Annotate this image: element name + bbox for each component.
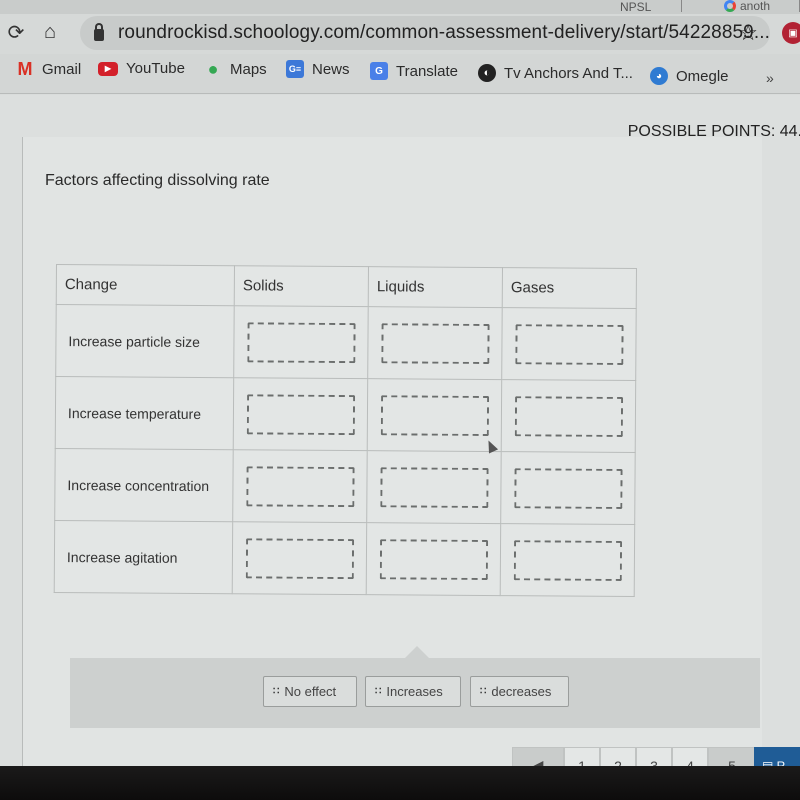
- tab-strip: NPSL anoth: [0, 0, 800, 14]
- drop-cell: [367, 306, 503, 380]
- drop-zone[interactable]: [245, 537, 354, 579]
- drag-drop-table: Change Solids Liquids Gases Increase par…: [53, 264, 637, 598]
- drop-cell: [500, 523, 635, 597]
- bookmark-news[interactable]: G≡ News: [286, 60, 350, 78]
- drag-handle-icon: ∷: [273, 686, 279, 697]
- omegle-icon: ◕: [650, 67, 668, 85]
- bookmark-gmail[interactable]: M Gmail: [16, 58, 82, 79]
- drop-cell: [366, 450, 502, 524]
- browser-tab[interactable]: NPSL: [612, 0, 682, 14]
- drop-zone[interactable]: [246, 321, 356, 363]
- bookmark-youtube[interactable]: ▶ YouTube: [98, 60, 185, 77]
- browser-tab[interactable]: anoth: [716, 0, 800, 13]
- gmail-icon: M: [17, 58, 33, 79]
- laptop-bezel: [0, 766, 800, 800]
- bookmark-omegle[interactable]: ◕ Omegle: [650, 67, 729, 85]
- drop-zone[interactable]: [245, 465, 355, 507]
- navigation-bar: ⟳ ⌂ roundrockisd.schoology.com/common-as…: [0, 14, 800, 54]
- drop-cell: [233, 377, 368, 451]
- address-bar[interactable]: roundrockisd.schoology.com/common-assess…: [80, 16, 770, 50]
- row-label: Increase concentration: [54, 448, 234, 522]
- drop-zone[interactable]: [379, 466, 489, 508]
- drop-zone[interactable]: [379, 538, 488, 580]
- bookmark-label: Translate: [396, 62, 458, 80]
- answer-chip-no-effect[interactable]: ∷ No effect: [263, 676, 357, 707]
- drop-cell: [501, 379, 636, 453]
- bookmark-maps[interactable]: ● Maps: [204, 58, 267, 79]
- bookmark-label: Maps: [230, 60, 267, 78]
- maps-pin-icon: ●: [207, 58, 219, 79]
- bookmark-label: YouTube: [126, 60, 185, 77]
- drop-zone[interactable]: [246, 393, 355, 435]
- drag-handle-icon: ∷: [480, 686, 486, 697]
- column-header-solids: Solids: [234, 265, 369, 307]
- drop-zone[interactable]: [380, 394, 489, 436]
- bookmarks-bar: M Gmail ▶ YouTube ● Maps G≡ News G Trans…: [0, 54, 800, 94]
- drop-cell: [366, 522, 501, 596]
- star-icon[interactable]: ☆: [738, 20, 758, 46]
- drop-cell: [232, 449, 368, 523]
- table-row: Increase temperature: [55, 376, 636, 453]
- bookmarks-overflow-button[interactable]: »: [766, 70, 774, 86]
- google-translate-icon: G: [370, 62, 388, 80]
- bookmark-tv-anchors[interactable]: ◐ Tv Anchors And T...: [478, 64, 633, 82]
- drop-cell: [232, 521, 367, 595]
- chip-label: No effect: [284, 684, 337, 699]
- bookmark-translate[interactable]: G Translate: [370, 62, 458, 80]
- home-icon[interactable]: ⌂: [38, 20, 62, 44]
- table-header-row: Change Solids Liquids Gases: [56, 264, 637, 309]
- column-header-liquids: Liquids: [368, 266, 503, 308]
- bookmark-label: Omegle: [676, 67, 729, 85]
- bookmark-label: Tv Anchors And T...: [504, 64, 633, 82]
- table-row: Increase concentration: [54, 448, 636, 525]
- question-title: Factors affecting dissolving rate: [45, 172, 270, 189]
- bookmark-label: Gmail: [42, 60, 82, 78]
- table-row: Increase particle size: [55, 304, 637, 381]
- url-text[interactable]: roundrockisd.schoology.com/common-assess…: [118, 22, 770, 44]
- table-row: Increase agitation: [54, 520, 635, 597]
- row-label: Increase particle size: [55, 304, 235, 378]
- youtube-icon: ▶: [98, 61, 118, 76]
- drop-zone[interactable]: [514, 323, 624, 365]
- column-header-gases: Gases: [502, 267, 637, 309]
- drop-cell: [501, 307, 637, 381]
- tab-label: anoth: [740, 0, 771, 13]
- chip-label: decreases: [491, 684, 552, 699]
- bookmark-label: News: [312, 60, 350, 78]
- drop-cell: [367, 378, 502, 452]
- drop-zone[interactable]: [513, 467, 623, 509]
- drop-zone[interactable]: [380, 322, 490, 364]
- drop-cell: [233, 305, 369, 379]
- answer-chip-increases[interactable]: ∷ Increases: [365, 676, 461, 707]
- globe-icon: ◐: [478, 64, 496, 82]
- drop-zone[interactable]: [513, 539, 622, 581]
- answer-bank-notch: [405, 646, 429, 658]
- drop-zone[interactable]: [514, 395, 623, 437]
- row-label: Increase agitation: [54, 520, 233, 594]
- chip-label: Increases: [386, 684, 443, 699]
- lock-icon[interactable]: [94, 23, 104, 41]
- drop-cell: [500, 451, 636, 525]
- tab-label: NPSL: [620, 0, 652, 14]
- answer-chip-decreases[interactable]: ∷ decreases: [470, 676, 569, 707]
- reload-icon[interactable]: ⟳: [4, 20, 28, 44]
- column-header-change: Change: [56, 264, 235, 306]
- extension-icon[interactable]: ▣: [782, 22, 800, 44]
- google-icon: [724, 0, 736, 12]
- row-label: Increase temperature: [55, 376, 234, 450]
- drag-handle-icon: ∷: [375, 686, 381, 697]
- google-news-icon: G≡: [286, 60, 304, 78]
